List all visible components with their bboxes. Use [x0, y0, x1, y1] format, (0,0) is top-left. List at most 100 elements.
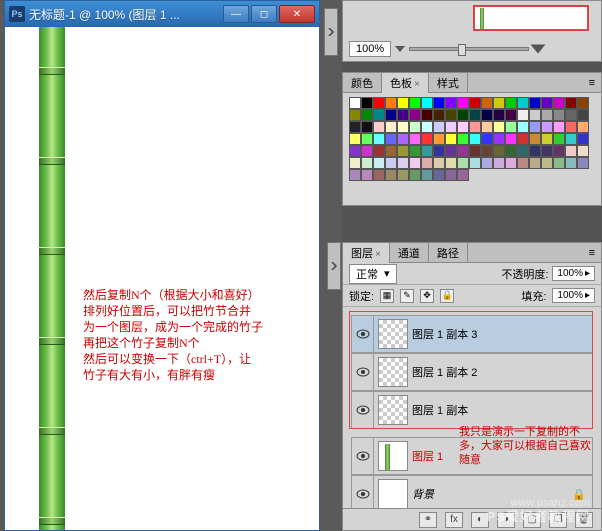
lock-position-icon[interactable]: ✥: [420, 289, 434, 303]
swatch[interactable]: [373, 109, 385, 121]
layer-name[interactable]: 图层 1 副本 2: [412, 364, 592, 380]
swatch[interactable]: [469, 121, 481, 133]
swatch[interactable]: [373, 157, 385, 169]
layer-thumbnail[interactable]: [378, 319, 408, 349]
swatch[interactable]: [385, 157, 397, 169]
swatch[interactable]: [529, 97, 541, 109]
swatch[interactable]: [529, 145, 541, 157]
swatch[interactable]: [505, 121, 517, 133]
swatch[interactable]: [481, 133, 493, 145]
swatch[interactable]: [349, 121, 361, 133]
fill-input[interactable]: 100%▸: [552, 288, 595, 303]
swatch[interactable]: [517, 109, 529, 121]
swatch[interactable]: [577, 145, 589, 157]
swatch[interactable]: [421, 109, 433, 121]
swatch[interactable]: [433, 157, 445, 169]
swatch[interactable]: [553, 133, 565, 145]
visibility-toggle[interactable]: [352, 438, 374, 474]
swatch[interactable]: [433, 121, 445, 133]
swatch[interactable]: [397, 97, 409, 109]
swatch[interactable]: [349, 109, 361, 121]
swatch[interactable]: [517, 157, 529, 169]
swatch[interactable]: [409, 97, 421, 109]
swatch[interactable]: [457, 133, 469, 145]
swatch[interactable]: [373, 121, 385, 133]
swatch[interactable]: [457, 121, 469, 133]
swatch[interactable]: [493, 97, 505, 109]
swatch[interactable]: [517, 133, 529, 145]
swatch[interactable]: [565, 157, 577, 169]
lock-transparent-icon[interactable]: ▦: [380, 289, 394, 303]
swatch[interactable]: [493, 109, 505, 121]
swatch[interactable]: [421, 97, 433, 109]
swatch[interactable]: [505, 145, 517, 157]
swatch[interactable]: [493, 121, 505, 133]
swatch[interactable]: [421, 157, 433, 169]
swatch[interactable]: [397, 145, 409, 157]
swatch[interactable]: [493, 145, 505, 157]
swatch[interactable]: [529, 109, 541, 121]
blend-mode-select[interactable]: 正常▾: [349, 264, 397, 284]
swatch[interactable]: [361, 157, 373, 169]
panel-menu-icon[interactable]: ≡: [589, 77, 595, 89]
swatch[interactable]: [481, 121, 493, 133]
swatch[interactable]: [541, 157, 553, 169]
swatch[interactable]: [457, 157, 469, 169]
swatch[interactable]: [553, 109, 565, 121]
navigator-thumbnail[interactable]: [473, 5, 589, 31]
opacity-input[interactable]: 100%▸: [552, 266, 595, 281]
swatch[interactable]: [565, 109, 577, 121]
swatch[interactable]: [397, 157, 409, 169]
swatch[interactable]: [481, 109, 493, 121]
close-button[interactable]: ✕: [279, 5, 315, 23]
link-layers-icon[interactable]: ⚭: [419, 512, 437, 528]
visibility-toggle[interactable]: [352, 316, 374, 352]
layer-row[interactable]: 图层 1 副本 3: [351, 315, 593, 353]
swatch[interactable]: [469, 157, 481, 169]
swatch[interactable]: [421, 133, 433, 145]
swatch[interactable]: [349, 157, 361, 169]
slider-handle[interactable]: [458, 44, 466, 56]
swatch[interactable]: [505, 133, 517, 145]
swatch[interactable]: [541, 97, 553, 109]
layer-thumbnail[interactable]: [378, 357, 408, 387]
swatch[interactable]: [457, 169, 469, 181]
swatch[interactable]: [385, 121, 397, 133]
swatch[interactable]: [577, 157, 589, 169]
fx-icon[interactable]: fx: [445, 512, 463, 528]
swatch[interactable]: [361, 169, 373, 181]
close-tab-icon[interactable]: ×: [375, 249, 381, 260]
panel-menu-icon[interactable]: ≡: [589, 247, 595, 259]
swatch[interactable]: [577, 121, 589, 133]
close-tab-icon[interactable]: ×: [414, 79, 420, 90]
visibility-toggle[interactable]: [352, 354, 374, 390]
swatch[interactable]: [373, 145, 385, 157]
collapse-button[interactable]: [324, 8, 338, 56]
swatch[interactable]: [361, 133, 373, 145]
swatch[interactable]: [409, 169, 421, 181]
layer-thumbnail[interactable]: [378, 395, 408, 425]
swatch[interactable]: [433, 97, 445, 109]
swatch[interactable]: [541, 133, 553, 145]
swatch[interactable]: [349, 133, 361, 145]
swatch[interactable]: [529, 157, 541, 169]
swatch[interactable]: [505, 97, 517, 109]
zoom-out-icon[interactable]: [395, 46, 405, 52]
layer-name[interactable]: 图层 1 副本: [412, 402, 592, 418]
swatch[interactable]: [385, 145, 397, 157]
visibility-toggle[interactable]: [352, 392, 374, 428]
tab-paths[interactable]: 路径: [429, 243, 468, 263]
swatch[interactable]: [517, 121, 529, 133]
collapse-layers-icon[interactable]: [327, 242, 341, 290]
minimize-button[interactable]: —: [223, 5, 249, 23]
zoom-value[interactable]: 100%: [349, 41, 391, 57]
swatch[interactable]: [409, 121, 421, 133]
swatch[interactable]: [349, 145, 361, 157]
swatch[interactable]: [553, 97, 565, 109]
swatch[interactable]: [493, 157, 505, 169]
swatch[interactable]: [385, 97, 397, 109]
swatch[interactable]: [517, 97, 529, 109]
swatch[interactable]: [373, 133, 385, 145]
swatch[interactable]: [553, 121, 565, 133]
swatch[interactable]: [385, 109, 397, 121]
